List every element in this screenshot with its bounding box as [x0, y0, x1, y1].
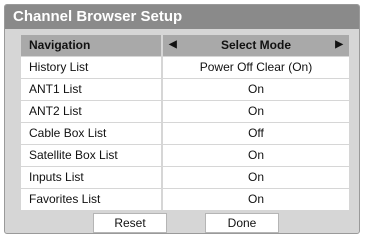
triangle-right-icon[interactable]: ▶ [335, 35, 343, 56]
favorites-list-label: Favorites List [21, 189, 161, 210]
cable-box-list-row[interactable]: Cable Box List Off [21, 123, 349, 144]
history-list-label: History List [21, 57, 161, 78]
favorites-list-row[interactable]: Favorites List On [21, 189, 349, 210]
inputs-list-value[interactable]: On [163, 167, 349, 188]
triangle-left-icon[interactable]: ◀ [169, 35, 177, 56]
cable-box-list-value[interactable]: Off [163, 123, 349, 144]
favorites-list-value[interactable]: On [163, 189, 349, 210]
ant1-list-row[interactable]: ANT1 List On [21, 79, 349, 100]
inputs-list-label: Inputs List [21, 167, 161, 188]
history-list-row[interactable]: History List Power Off Clear (On) [21, 57, 349, 78]
reset-button[interactable]: Reset [93, 213, 167, 233]
ant2-list-row[interactable]: ANT2 List On [21, 101, 349, 122]
navigation-row[interactable]: Navigation ◀ Select Mode ▶ [21, 35, 349, 56]
button-bar: Reset Done [5, 213, 359, 233]
ant1-list-label: ANT1 List [21, 79, 161, 100]
done-button[interactable]: Done [205, 213, 279, 233]
navigation-value: Select Mode [220, 38, 292, 52]
history-list-value[interactable]: Power Off Clear (On) [163, 57, 349, 78]
navigation-selector[interactable]: ◀ Select Mode ▶ [163, 35, 349, 56]
navigation-label: Navigation [21, 35, 161, 56]
channel-browser-setup-dialog: Channel Browser Setup Navigation ◀ Selec… [4, 4, 360, 234]
cable-box-list-label: Cable Box List [21, 123, 161, 144]
settings-table: Navigation ◀ Select Mode ▶ History List … [21, 35, 349, 211]
dialog-title: Channel Browser Setup [5, 5, 359, 29]
satellite-box-list-label: Satellite Box List [21, 145, 161, 166]
satellite-box-list-value[interactable]: On [163, 145, 349, 166]
ant1-list-value[interactable]: On [163, 79, 349, 100]
ant2-list-label: ANT2 List [21, 101, 161, 122]
inputs-list-row[interactable]: Inputs List On [21, 167, 349, 188]
ant2-list-value[interactable]: On [163, 101, 349, 122]
satellite-box-list-row[interactable]: Satellite Box List On [21, 145, 349, 166]
